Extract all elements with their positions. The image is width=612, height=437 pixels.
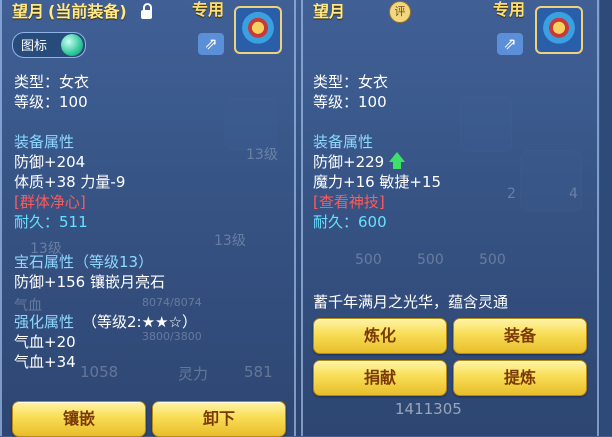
unequip-button[interactable]: 卸下 — [152, 401, 286, 437]
item-portrait — [234, 6, 282, 54]
view-divine-skill-link[interactable]: [查看神技] — [313, 192, 385, 212]
bg-value: 1058 — [80, 363, 119, 381]
item-portrait — [535, 6, 583, 54]
item-tooltip-equipped: 望月 (当前装备) 专用 图标 ⇗ 类型：女衣 等级：100 装备属性 防御+2… — [0, 0, 296, 437]
bg-slot-level: 13级 — [214, 233, 246, 249]
item-name: 望月 — [313, 2, 346, 21]
enhance-line: 气血+20 — [14, 333, 76, 351]
rating-badge-icon[interactable]: 评 — [389, 1, 411, 23]
durability: 耐久：511 — [14, 213, 88, 231]
toggle-knob-icon — [61, 34, 83, 56]
bg-spirit-label: 灵力 — [178, 365, 209, 383]
background-side-strip — [600, 0, 612, 436]
item-type: 类型：女衣 — [313, 73, 389, 91]
equipped-tag: (当前装备) — [48, 2, 127, 21]
lock-icon[interactable] — [141, 3, 152, 19]
durability: 耐久：600 — [313, 213, 387, 231]
equip-button[interactable]: 装备 — [453, 318, 587, 354]
share-icon[interactable]: ⇗ — [198, 33, 224, 55]
equip-attributes-title: 装备属性 — [14, 133, 75, 151]
stat-line: 魔力+16 敏捷+15 — [313, 173, 442, 191]
donate-button[interactable]: 捐献 — [313, 360, 447, 396]
stat-line: 防御+204 — [14, 153, 86, 171]
extract-button[interactable]: 提炼 — [453, 360, 587, 396]
exclusive-tag: 专用 — [192, 0, 225, 19]
enhance-level: （等级2:★★☆） — [82, 313, 197, 331]
item-description: 蓄千年满月之光华，蕴含灵通 — [313, 293, 509, 311]
inlay-button[interactable]: 镶嵌 — [12, 401, 146, 437]
bg-stack-count: 500 — [479, 252, 506, 268]
bg-stack-count: 500 — [417, 252, 444, 268]
item-name: 望月 — [12, 2, 45, 21]
enhance-attributes-title: 强化属性 — [14, 313, 75, 331]
equip-attributes-title: 装备属性 — [313, 133, 374, 151]
gem-line: 防御+156 镶嵌月亮石 — [14, 273, 165, 291]
icon-toggle[interactable]: 图标 — [12, 32, 86, 58]
icon-toggle-label: 图标 — [21, 39, 48, 54]
item-level: 等级：100 — [14, 93, 88, 111]
special-skill[interactable]: [群体净心] — [14, 192, 86, 212]
stat-line: 体质+38 力量-9 — [14, 173, 126, 191]
share-icon[interactable]: ⇗ — [497, 33, 523, 55]
increase-arrow-icon — [389, 152, 405, 169]
defense-line: 防御+229 — [313, 153, 385, 171]
bg-hp-value: 8074/8074 — [142, 296, 202, 309]
gem-attributes-title: 宝石属性（等级13） — [14, 253, 154, 271]
currency-amount: 1411305 — [395, 400, 462, 418]
item-tooltip-compare: 望月 评 专用 ⇗ 类型：女衣 等级：100 装备属性 防御+229 魔力+16… — [301, 0, 599, 436]
bg-slot-level: 13级 — [246, 147, 278, 163]
item-level: 等级：100 — [313, 93, 387, 111]
bg-stack-count: 2 — [507, 186, 516, 202]
exclusive-tag: 专用 — [493, 0, 526, 19]
refine-button[interactable]: 炼化 — [313, 318, 447, 354]
bg-stack-count: 500 — [355, 252, 382, 268]
enhance-line: 气血+34 — [14, 353, 76, 371]
item-type: 类型：女衣 — [14, 73, 90, 91]
bg-spirit-value: 581 — [244, 363, 273, 381]
bg-stack-count: 4 — [569, 186, 578, 202]
